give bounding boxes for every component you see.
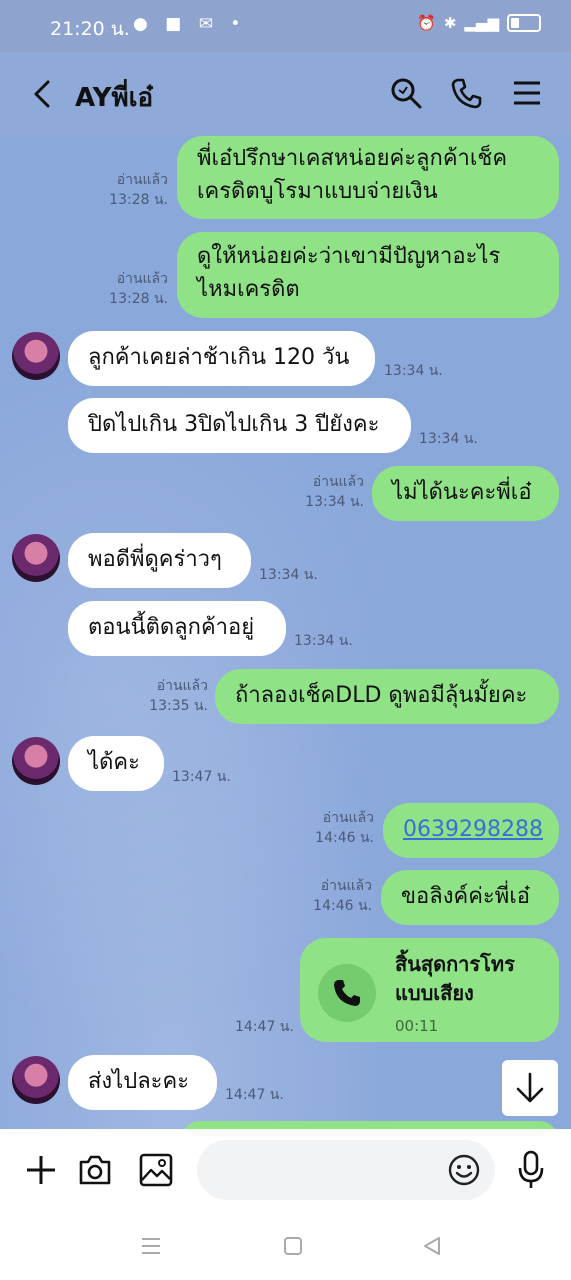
menu-icon[interactable] <box>510 76 544 110</box>
message-text: พอดีพี่ดูคร่าวๆ <box>88 547 222 572</box>
read-receipt: อ่านแล้ว <box>312 474 364 490</box>
message-input[interactable] <box>197 1140 495 1200</box>
outgoing-message[interactable]: ดูให้หน่อยค่ะว่าเขามีปัญหาอะไร ไหมเครดิต <box>177 232 559 318</box>
message-text: ไม่ได้นะคะพี่เอ๋ <box>392 480 532 505</box>
arrow-down-icon <box>516 1072 544 1103</box>
notification-icons: ● ■ ✉ • <box>133 14 247 34</box>
incoming-message[interactable]: ตอนนี้ติดลูกค้าอยู่ <box>68 601 286 656</box>
message-time: 13:47 น. <box>172 769 231 785</box>
avatar[interactable] <box>12 1056 60 1104</box>
chat-area[interactable]: อ่านแล้ว 13:28 น. พี่เอ๋ปรึกษาเคสหน่อยค่… <box>0 136 571 1130</box>
outgoing-message[interactable]: พี่เอ๋ปรึกษาเคสหน่อยค่ะลูกค้าเช็ค เครดิต… <box>177 136 559 219</box>
incoming-message[interactable]: ลูกค้าเคยล่าช้าเกิน 120 วัน <box>68 331 375 386</box>
call-icon-circle <box>318 964 376 1022</box>
status-bar: 21:20 น. ● ■ ✉ • ⏰ ✱ ▂▄▆ <box>0 0 571 52</box>
call-duration: 00:11 <box>395 1017 439 1035</box>
message-meta: อ่านแล้ว 14:46 น. <box>308 808 374 848</box>
message-text: เครดิตบูโรมาแบบจ่ายเงิน <box>197 179 438 204</box>
message-time: 13:34 น. <box>384 363 443 379</box>
emoji-icon[interactable] <box>448 1154 480 1186</box>
system-nav-bar <box>0 1214 571 1280</box>
phone-number-link[interactable]: 0639298288 <box>403 817 543 842</box>
message-text: ไหมเครดิต <box>197 277 300 302</box>
message-time: 13:35 น. <box>149 698 208 714</box>
recent-apps-icon[interactable] <box>140 1235 162 1257</box>
input-bar <box>0 1129 571 1214</box>
message-text: ดูให้หน่อยค่ะว่าเขามีปัญหาอะไร <box>197 244 501 269</box>
back-icon[interactable] <box>28 76 58 112</box>
message-text: ส่งไปละคะ <box>88 1069 190 1094</box>
read-receipt: อ่านแล้ว <box>322 810 374 826</box>
read-receipt: อ่านแล้ว <box>156 678 208 694</box>
read-receipt: อ่านแล้ว <box>116 172 168 188</box>
message-time: 14:47 น. <box>235 1019 294 1035</box>
message-time: 13:34 น. <box>305 494 364 510</box>
phone-icon[interactable] <box>450 76 484 110</box>
incoming-message[interactable]: ปิดไปเกิน 3ปิดไปเกิน 3 ปียังคะ <box>68 398 411 453</box>
avatar[interactable] <box>12 534 60 582</box>
message-time: 13:34 น. <box>419 431 478 447</box>
outgoing-message[interactable]: ขอลิงค์ค่ะพี่เอ๋ <box>381 870 559 925</box>
avatar[interactable] <box>12 737 60 785</box>
phone-icon <box>334 980 360 1006</box>
avatar[interactable] <box>12 332 60 380</box>
call-title: แบบเสียง <box>395 981 474 1005</box>
nav-back-icon[interactable] <box>421 1235 443 1257</box>
message-text: ปิดไปเกิน 3ปิดไปเกิน 3 ปียังคะ <box>88 412 380 437</box>
call-title: สิ้นสุดการโทร <box>395 952 515 976</box>
message-time: 14:47 น. <box>225 1087 284 1103</box>
outgoing-message[interactable]: ถ้าลองเช็คDLD ดูพอมีลุ้นมั้ยคะ <box>215 669 559 724</box>
mic-icon[interactable] <box>515 1149 547 1191</box>
search-icon[interactable] <box>389 76 423 110</box>
read-receipt: อ่านแล้ว <box>320 878 372 894</box>
message-time: 13:34 น. <box>259 567 318 583</box>
signal-icon: ▂▄▆ <box>464 14 499 32</box>
message-meta: อ่านแล้ว 13:35 น. <box>140 676 208 716</box>
image-icon[interactable] <box>138 1152 174 1188</box>
message-time: 14:46 น. <box>315 830 374 846</box>
outgoing-message[interactable]: 0639298288 <box>383 803 559 858</box>
incoming-message[interactable]: ได้คะ <box>68 736 164 791</box>
message-time: 13:28 น. <box>109 192 168 208</box>
message-text: ลูกค้าเคยล่าช้าเกิน 120 วัน <box>88 345 350 370</box>
message-meta: อ่านแล้ว 13:28 น. <box>100 170 168 210</box>
scroll-to-bottom-button[interactable] <box>502 1060 558 1116</box>
battery-icon <box>507 14 541 32</box>
message-text: ถ้าลองเช็คDLD ดูพอมีลุ้นมั้ยคะ <box>235 683 528 708</box>
call-message[interactable]: สิ้นสุดการโทร แบบเสียง 00:11 <box>300 938 559 1042</box>
message-meta: อ่านแล้ว 13:28 น. <box>100 269 168 309</box>
message-time: 14:46 น. <box>313 898 372 914</box>
incoming-message[interactable]: พอดีพี่ดูคร่าวๆ <box>68 533 251 588</box>
message-text: ได้คะ <box>88 750 140 775</box>
message-text: ตอนนี้ติดลูกค้าอยู่ <box>88 615 255 640</box>
message-text: ขอลิงค์ค่ะพี่เอ๋ <box>401 884 530 909</box>
alarm-icon: ⏰ <box>417 14 436 32</box>
message-text: พี่เอ๋ปรึกษาเคสหน่อยค่ะลูกค้าเช็ค <box>197 146 508 171</box>
plus-icon[interactable] <box>24 1153 58 1187</box>
message-meta: อ่านแล้ว 13:34 น. <box>298 472 364 512</box>
outgoing-message[interactable]: ไม่ได้นะคะพี่เอ๋ <box>372 466 559 521</box>
system-icons: ⏰ ✱ ▂▄▆ <box>417 14 541 32</box>
read-receipt: อ่านแล้ว <box>116 271 168 287</box>
bluetooth-icon: ✱ <box>443 14 457 32</box>
message-time: 13:34 น. <box>294 633 353 649</box>
chat-header: AYพี่เอ๋ <box>0 52 571 136</box>
status-time: 21:20 น. <box>50 18 130 40</box>
incoming-message[interactable]: ส่งไปละคะ <box>68 1055 217 1110</box>
message-time: 13:28 น. <box>109 291 168 307</box>
camera-icon[interactable] <box>77 1153 113 1187</box>
chat-title: AYพี่เอ๋ <box>75 83 154 113</box>
home-icon[interactable] <box>282 1235 304 1257</box>
message-meta: อ่านแล้ว 14:46 น. <box>306 876 372 916</box>
